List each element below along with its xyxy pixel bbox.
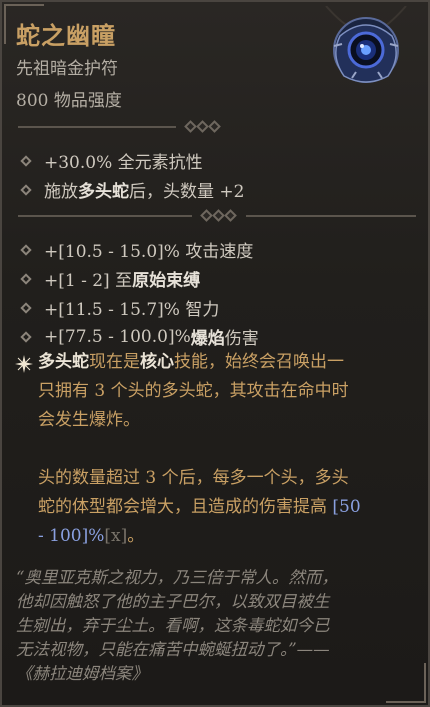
power-text: 技能，始终会召唤出一 — [174, 352, 344, 372]
affix-text: +[10.5 - 15.0]% 攻击速度 — [44, 242, 254, 262]
diamond-bullet-icon — [20, 154, 32, 167]
implicit-text: +30.0% 全元素抗性 — [44, 153, 203, 173]
implicit-text: 后，头数量 +2 — [129, 182, 245, 202]
flavor-line: 无法视物，只能在痛苦中蜿蜒扭动了。”—— — [16, 640, 330, 659]
diamond-bullet-icon — [20, 301, 32, 314]
power-text: 只拥有 3 个头的多头蛇，其攻击在命中时 — [38, 381, 349, 401]
flavor-line: 《赫拉迪姆档案》 — [16, 664, 148, 683]
affix-text: +[11.5 - 15.7]% 智力 — [44, 300, 220, 320]
divider-top — [18, 120, 416, 134]
flavor-line: 生剜出，弃于尘土。看啊，这条毒蛇如今已 — [16, 616, 330, 635]
implicit-keyword: 多头蛇 — [78, 182, 129, 202]
affix-text: 伤害 — [224, 329, 259, 349]
affix-keyword: 爆焰 — [190, 329, 225, 349]
item-power: 800 物品强度 — [16, 91, 122, 111]
item-name: 蛇之幽瞳 — [16, 21, 116, 50]
unique-aspect-star-icon — [15, 355, 33, 373]
implicit-row: +30.0% 全元素抗性 — [18, 148, 203, 173]
diamond-bullet-icon — [20, 243, 32, 256]
serpent-eye-amulet-icon — [325, 6, 407, 83]
power-text: 现在是 — [89, 352, 140, 372]
item-type: 先祖暗金护符 — [16, 59, 118, 79]
affix-row: +[11.5 - 15.7]% 智力 — [18, 295, 219, 320]
diamond-bullet-icon — [20, 272, 32, 285]
power-text: 会发生爆炸。 — [38, 410, 140, 430]
damage-range: - 100]% — [38, 526, 105, 546]
keyword-core: 核心 — [140, 352, 174, 372]
affix-row: +[1 - 2] 至原始束缚 — [18, 266, 200, 291]
power-text: 蛇的体型都会增大，且造成的伤害提高 — [38, 497, 333, 517]
implicit-row: 施放 多头蛇 后，头数量 +2 — [18, 177, 244, 202]
implicit-text: 施放 — [44, 182, 78, 202]
unique-power-text: 多头蛇现在是核心技能，始终会召唤出一 只拥有 3 个头的多头蛇，其攻击在命中时 … — [38, 348, 408, 435]
diamond-bullet-icon — [20, 330, 32, 343]
affix-text: +[77.5 - 100.0]% — [44, 326, 191, 347]
diamond-bullet-icon — [20, 183, 32, 196]
affix-keyword: 原始束缚 — [132, 271, 201, 291]
item-tooltip: 蛇之幽瞳 先祖暗金护符 800 物品强度 +30.0% 全元素抗性 施放 多头蛇后… — [0, 0, 430, 707]
divider-middle — [18, 209, 416, 223]
affix-text: +[1 - 2] 至 — [44, 271, 133, 291]
multiplier-tag: [x] — [104, 526, 128, 546]
affix-row: +[10.5 - 15.0]% 攻击速度 — [18, 237, 253, 262]
damage-range: [50 — [332, 497, 361, 517]
flavor-line: “奥里亚克斯之视力，乃三倍于常人。然而， — [16, 568, 338, 587]
flavor-line: 他却因触怒了他的主子巴尔，以致双目被生 — [16, 592, 330, 611]
power-text: 。 — [127, 526, 145, 546]
affix-row: +[77.5 - 100.0]% 爆焰 伤害 — [18, 324, 259, 349]
power-text: 头的数量超过 3 个后，每多一个头，多头 — [38, 468, 349, 488]
flavor-text: “奥里亚克斯之视力，乃三倍于常人。然而， 他却因触怒了他的主子巴尔，以致双目被生… — [16, 566, 420, 686]
keyword-hydra: 多头蛇 — [38, 352, 89, 372]
unique-power-text-2: 头的数量超过 3 个后，每多一个头，多头 蛇的体型都会增大，且造成的伤害提高 [… — [38, 464, 408, 551]
